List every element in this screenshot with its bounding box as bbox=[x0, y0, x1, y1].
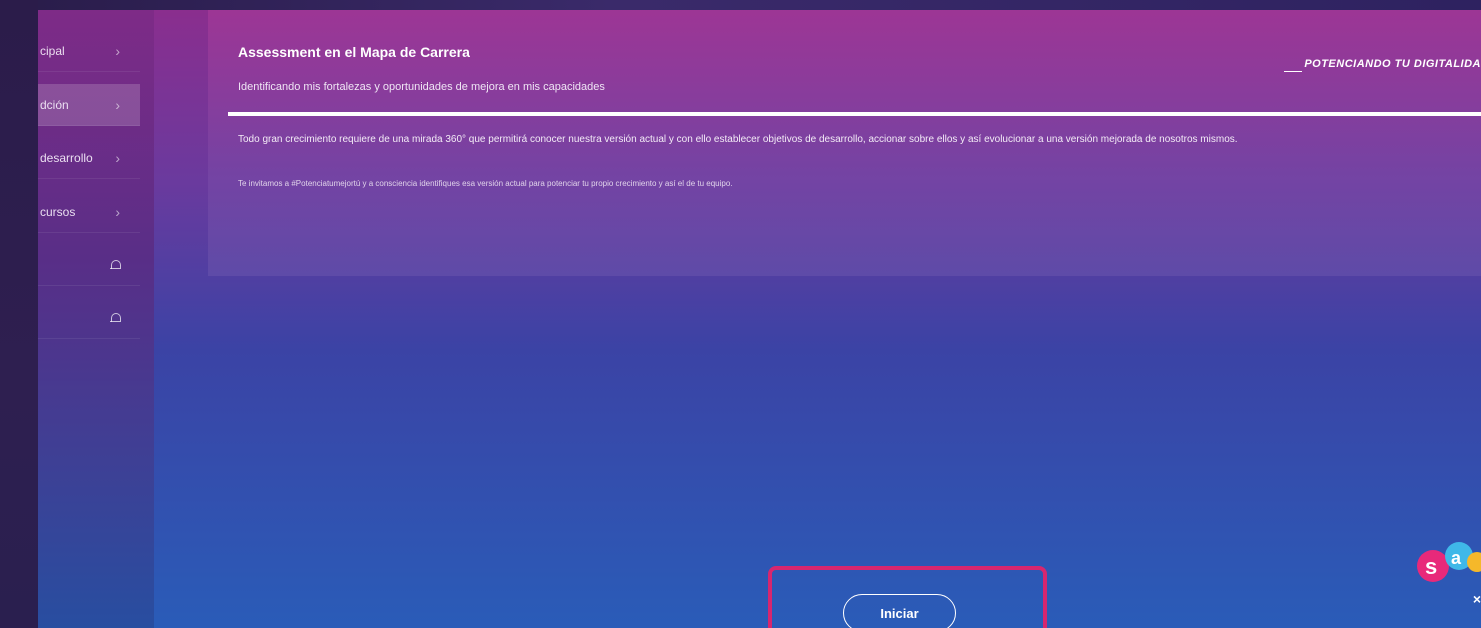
window-left-edge bbox=[0, 0, 38, 628]
brand-tagline-text: POTENCIANDO TU DIGITALIDA bbox=[1304, 58, 1481, 70]
sidebar-item-desarrollo[interactable]: desarrollo › bbox=[38, 137, 140, 179]
description-paragraph: Todo gran crecimiento requiere de una mi… bbox=[238, 134, 1238, 145]
page-subtitle: Identificando mis fortalezas y oportunid… bbox=[238, 81, 605, 93]
svg-text:s: s bbox=[1425, 554, 1437, 579]
svg-text:a: a bbox=[1451, 548, 1462, 568]
bell-icon bbox=[110, 312, 121, 323]
sidebar-item-cursos[interactable]: cursos › bbox=[38, 191, 140, 233]
sidebar-item-label: cipal bbox=[40, 43, 65, 58]
invitation-paragraph: Te invitamos a #Potenciatumejortú y a co… bbox=[238, 179, 733, 188]
assessment-panel: Assessment en el Mapa de Carrera Identif… bbox=[208, 10, 1481, 276]
tagline-dash bbox=[1284, 71, 1303, 72]
chevron-right-icon: › bbox=[115, 149, 120, 166]
sidebar-item-label: desarrollo bbox=[40, 150, 93, 165]
sidebar: cipal › dción › desarrollo › cursos › bbox=[38, 10, 154, 628]
page-title: Assessment en el Mapa de Carrera bbox=[238, 44, 470, 60]
close-icon[interactable]: × bbox=[1473, 591, 1481, 607]
sidebar-item-locked-2[interactable] bbox=[38, 297, 140, 339]
brand-tagline: POTENCIANDO TU DIGITALIDA bbox=[1284, 58, 1481, 72]
start-button[interactable]: Iniciar bbox=[843, 594, 956, 628]
bell-icon bbox=[110, 259, 121, 270]
chevron-right-icon: › bbox=[115, 96, 120, 113]
sidebar-item-principal[interactable]: cipal › bbox=[38, 30, 140, 72]
sidebar-item-evaluacion[interactable]: dción › bbox=[38, 84, 140, 126]
chevron-right-icon: › bbox=[115, 203, 120, 220]
sidebar-item-label: dción bbox=[40, 97, 69, 112]
chevron-right-icon: › bbox=[115, 42, 120, 59]
brand-logo-icon: s a bbox=[1417, 542, 1481, 582]
sidebar-item-label: cursos bbox=[40, 204, 76, 219]
sidebar-item-locked-1[interactable] bbox=[38, 244, 140, 286]
divider bbox=[228, 112, 1481, 116]
top-background-strip bbox=[38, 0, 1481, 10]
